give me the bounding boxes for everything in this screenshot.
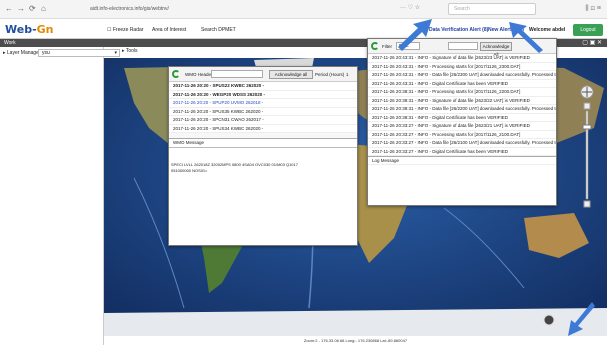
- wmo-header-input[interactable]: [211, 70, 263, 78]
- page-actions-icons[interactable]: ··· ♡ ☆: [400, 4, 420, 11]
- menu-area-of-interest[interactable]: Area of Interest: [152, 27, 186, 33]
- arrow-pointer-icon: [398, 19, 432, 51]
- wmo-row[interactable]: 2017-11-26 20:20 - SPUP20 UVMO 262018 -: [169, 99, 357, 108]
- logo-text: Web-: [5, 23, 37, 36]
- log-row[interactable]: 2017-11-26 20:33:27 - INFO - Digital Cer…: [368, 148, 556, 156]
- menu-search-dpmet[interactable]: Search DPMET: [201, 27, 236, 33]
- chevron-down-icon: ▾: [114, 50, 117, 56]
- log-search-input[interactable]: [448, 42, 478, 50]
- work-label: Work: [4, 40, 16, 46]
- wmo-row[interactable]: 2017-11-26 20:20 - WEGP20 WDSS 262020 -: [169, 91, 357, 99]
- map-coordinates-footer: Zoom:2 - 176.33.06.68 Long:- 176.230868 …: [104, 336, 607, 345]
- log-list: 2017-11-26 20:43:31 - INFO - Signature o…: [368, 54, 556, 156]
- wmo-message-label: WMO Message: [169, 139, 357, 148]
- data-verification-alert-link[interactable]: Data Verification Alert (8): [429, 27, 488, 33]
- browser-search-input[interactable]: Search: [448, 3, 536, 15]
- wmo-row[interactable]: 2017-11-26 20:20 - SPCN31 CWAO 262017 -: [169, 116, 357, 125]
- coordinates-text: Zoom:2 - 176.33.06.68 Long:- 176.230868 …: [303, 338, 408, 343]
- layer-select-value: ysu: [42, 50, 50, 56]
- tools-menu[interactable]: ▸ Tools: [122, 48, 138, 54]
- refresh-icon[interactable]: [371, 42, 379, 50]
- zoom-slider-icon: [580, 85, 594, 208]
- home-icon[interactable]: ⌂: [41, 5, 46, 13]
- acknowledge-all-button[interactable]: Acknowledge all: [269, 70, 313, 79]
- reload-icon[interactable]: ⟳: [29, 5, 36, 13]
- log-row[interactable]: 2017-11-26 20:43:31 - INFO - Digital Cer…: [368, 80, 556, 88]
- log-row[interactable]: 2017-11-26 20:38:31 - INFO - Data file […: [368, 105, 556, 114]
- log-row[interactable]: 2017-11-26 20:38:31 - INFO - Processing …: [368, 88, 556, 97]
- wmo-row[interactable]: 2017-11-26 20:20 - SPUS34 KWBC 262020 -: [169, 125, 357, 133]
- wmo-header-window: WMO Header Acknowledge all Period (Hours…: [168, 66, 358, 246]
- back-icon[interactable]: ←: [5, 5, 13, 13]
- wmo-row[interactable]: 2017-11-26 20:20 - SPUS22 KWBC 262020 -: [169, 82, 357, 91]
- log-row[interactable]: 2017-11-26 20:33:27 - INFO - Data file […: [368, 139, 556, 148]
- wmo-list: 2017-11-26 20:20 - SPUS22 KWBC 262020 - …: [169, 82, 357, 133]
- log-row[interactable]: 2017-11-26 20:43:31 - INFO - Processing …: [368, 63, 556, 71]
- refresh-icon[interactable]: [172, 70, 180, 78]
- arrow-pointer-icon: [568, 302, 595, 336]
- log-row[interactable]: 2017-11-26 20:38:31 - INFO - Digital Cer…: [368, 114, 556, 122]
- log-row[interactable]: 2017-11-26 20:33:27 - INFO - Signature o…: [368, 122, 556, 131]
- layer-manager-label: Layer Manager: [6, 50, 41, 56]
- app-logo: Web-Gn: [5, 23, 54, 36]
- url-bar[interactable]: aidt.info-electronics.info/gis/webtnv/: [90, 4, 410, 15]
- tools-label: Tools: [125, 48, 138, 54]
- browser-menu-icons[interactable]: ⫼ ⊡ ≡: [585, 5, 601, 13]
- layer-select[interactable]: ysu ▾: [38, 49, 120, 57]
- log-row[interactable]: 2017-11-26 20:43:31 - INFO - Signature o…: [368, 54, 556, 63]
- layer-manager-panel: ▸ Layer Manager ysu ▾: [0, 47, 120, 345]
- browser-toolbar: ← → ⟳ ⌂ aidt.info-electronics.info/gis/w…: [0, 0, 607, 19]
- filter-label: Filter: [382, 44, 392, 49]
- layer-manager-title[interactable]: ▸ Layer Manager: [3, 50, 41, 56]
- wmo-window-header: WMO Header Acknowledge all Period (Hours…: [169, 67, 357, 82]
- menu-freeze-radar[interactable]: ☐ Freeze Radar: [107, 27, 143, 33]
- forward-icon[interactable]: →: [17, 5, 25, 13]
- wmo-header-label: WMO Header: [185, 72, 213, 77]
- log-row[interactable]: 2017-11-26 20:38:31 - INFO - Signature o…: [368, 97, 556, 105]
- wmo-row[interactable]: 2017-11-26 20:20 - SPUS35 KWBC 262020 -: [169, 108, 357, 116]
- logout-button[interactable]: Logout: [573, 24, 603, 36]
- logo-accent-text: Gn: [36, 23, 54, 36]
- log-window: Filter EOC Acknowledge All 2017-11-26 20…: [367, 38, 557, 206]
- log-row[interactable]: 2017-11-26 20:33:27 - INFO - Processing …: [368, 131, 556, 139]
- menu-label: Freeze Radar: [112, 27, 144, 33]
- window-controls-icons[interactable]: ▢ ▣ ✕: [582, 39, 602, 47]
- log-row[interactable]: 2017-11-26 20:43:31 - INFO - Data file […: [368, 71, 556, 80]
- search-placeholder: Search: [454, 6, 470, 12]
- wmo-message-line: 051000000 NOSIG=: [171, 167, 208, 173]
- period-label: Period (Hours): [315, 72, 345, 77]
- period-input[interactable]: 1: [346, 72, 349, 77]
- map-zoom-control[interactable]: [580, 85, 594, 210]
- wmo-message-body: SPECI LVLL 262018Z 32002MPS 0800 4SA04 O…: [169, 148, 357, 174]
- url-text: aidt.info-electronics.info/gis/webtnv/: [90, 6, 169, 12]
- log-message-label: Log Message: [368, 156, 556, 165]
- arrow-pointer-icon: [509, 22, 543, 53]
